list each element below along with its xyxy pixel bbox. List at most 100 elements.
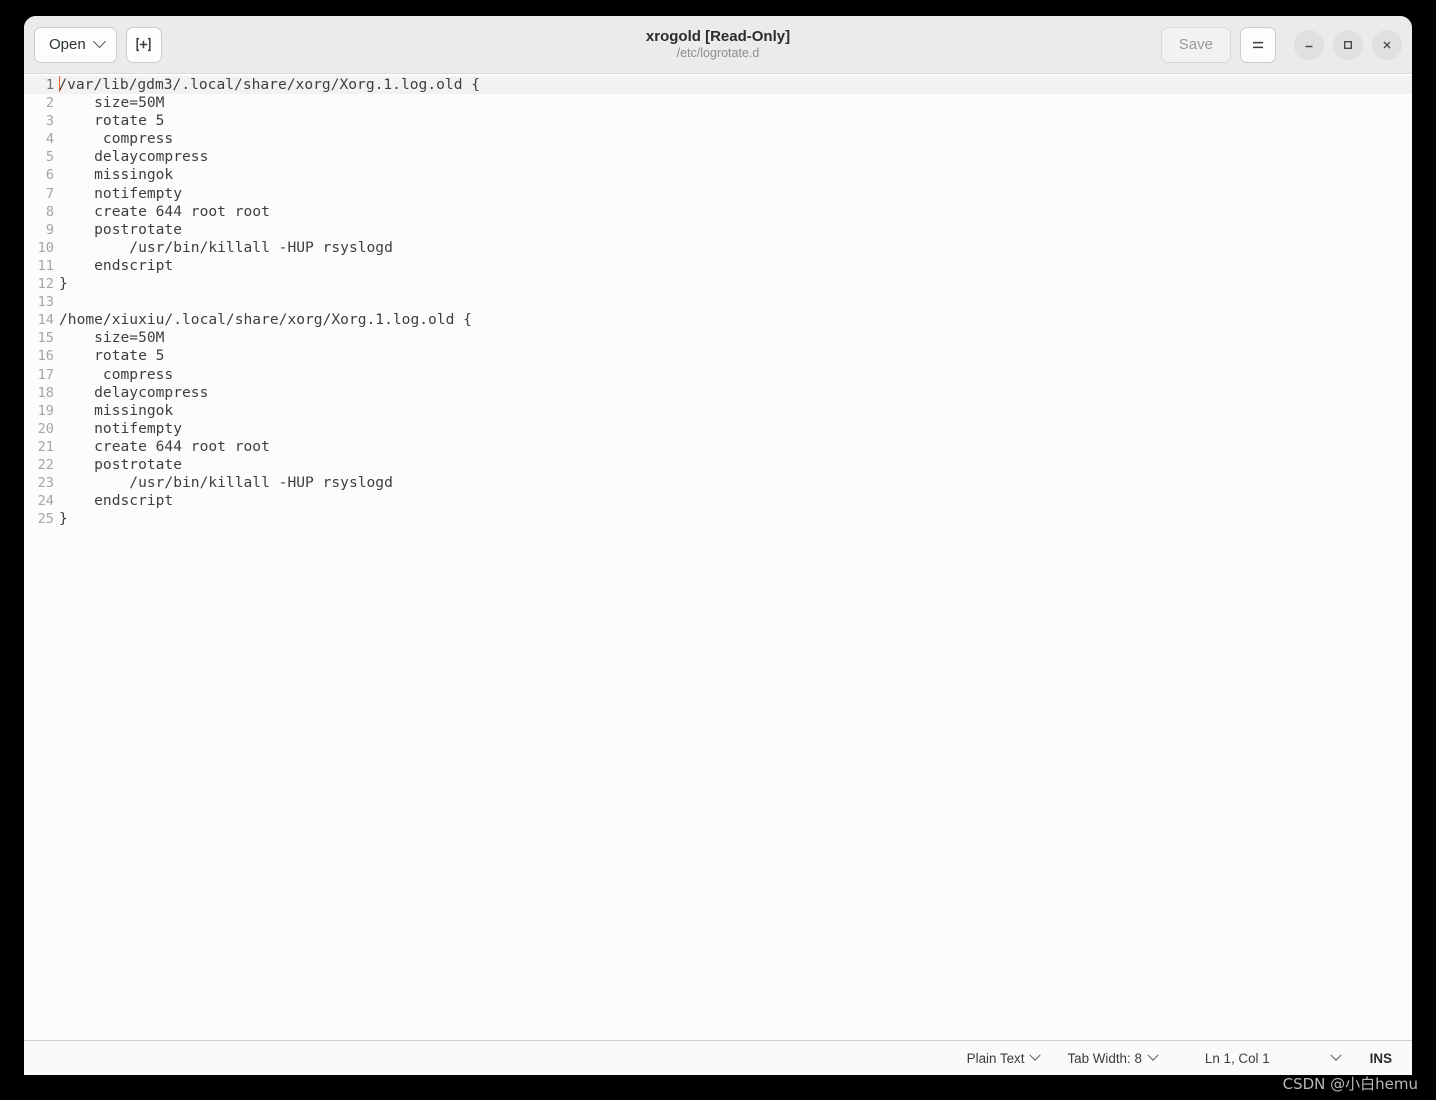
code-line-text: missingok xyxy=(59,166,174,184)
code-line-text: } xyxy=(59,275,68,293)
chevron-down-icon xyxy=(92,35,106,49)
code-line[interactable]: 17 compress xyxy=(24,366,1412,384)
status-bar: Plain Text Tab Width: 8 Ln 1, Col 1 INS xyxy=(24,1040,1412,1075)
tab-width-label: Tab Width: 8 xyxy=(1067,1050,1142,1066)
new-document-button[interactable] xyxy=(125,26,162,63)
line-number: 13 xyxy=(37,294,54,311)
code-line-text: rotate 5 xyxy=(59,347,165,365)
save-button-label: Save xyxy=(1178,36,1213,53)
maximize-button[interactable] xyxy=(1333,29,1363,60)
code-line[interactable]: 25} xyxy=(24,510,1412,528)
code-line-text: size=50M xyxy=(59,329,165,347)
code-line[interactable]: 16 rotate 5 xyxy=(24,347,1412,365)
code-line[interactable]: 2 size=50M xyxy=(24,94,1412,112)
code-line[interactable]: 4 compress xyxy=(24,130,1412,148)
line-number: 8 xyxy=(45,203,54,220)
maximize-icon xyxy=(1344,40,1352,49)
code-line-text: delaycompress xyxy=(59,148,209,166)
line-number: 1 xyxy=(45,77,54,93)
code-line-text: /home/xiuxiu/.local/share/xorg/Xorg.1.lo… xyxy=(59,311,472,329)
code-line-text: /usr/bin/killall -HUP rsyslogd xyxy=(59,238,393,256)
window-title: xrogold [Read-Only] xyxy=(645,28,791,45)
code-line[interactable]: 24 endscript xyxy=(24,492,1412,510)
code-line-text: endscript xyxy=(59,256,174,274)
code-line[interactable]: 15 size=50M xyxy=(24,329,1412,347)
line-number: 21 xyxy=(37,438,54,455)
code-line[interactable]: 7 notifempty xyxy=(24,185,1412,203)
line-number: 16 xyxy=(37,348,54,365)
code-line-text: } xyxy=(59,510,68,528)
line-number: 19 xyxy=(37,402,54,419)
line-number: 23 xyxy=(37,475,54,492)
tab-width-selector[interactable]: Tab Width: 8 xyxy=(1053,1041,1170,1075)
chevron-down-icon xyxy=(1147,1049,1159,1061)
code-line[interactable]: 6 missingok xyxy=(24,166,1412,184)
code-line-text: notifempty xyxy=(59,184,183,202)
line-number: 24 xyxy=(37,493,54,510)
line-number: 20 xyxy=(37,420,54,437)
close-icon xyxy=(1383,41,1391,48)
code-line-text: /usr/bin/killall -HUP rsyslogd xyxy=(59,474,393,492)
code-line-text: endscript xyxy=(59,492,174,510)
code-line[interactable]: 12} xyxy=(24,275,1412,293)
code-line-text: rotate 5 xyxy=(59,112,165,130)
desktop-background: Open xrogold [Read-Only] /etc/logrotate.… xyxy=(0,0,1436,1100)
line-number: 3 xyxy=(45,113,54,130)
code-line-text: notifempty xyxy=(59,419,183,437)
line-number: 12 xyxy=(37,276,54,293)
code-line-text: compress xyxy=(59,365,174,383)
cursor-position-selector[interactable]: Ln 1, Col 1 xyxy=(1171,1041,1342,1075)
line-number: 4 xyxy=(45,131,54,148)
chevron-down-icon xyxy=(1029,1049,1042,1061)
code-line[interactable]: 13 xyxy=(24,293,1412,311)
code-line[interactable]: 11 endscript xyxy=(24,257,1412,275)
window-subtitle-path: /etc/logrotate.d xyxy=(676,46,760,60)
code-lines-container[interactable]: 1/var/lib/gdm3/.local/share/xorg/Xorg.1.… xyxy=(24,74,1412,1040)
line-number: 2 xyxy=(45,95,54,112)
close-button[interactable] xyxy=(1372,29,1402,60)
open-button[interactable]: Open xyxy=(34,26,117,63)
line-number: 9 xyxy=(45,221,54,238)
code-line[interactable]: 9 postrotate xyxy=(24,221,1412,239)
main-menu-button[interactable] xyxy=(1240,26,1276,63)
code-line[interactable]: 8 create 644 root root xyxy=(24,203,1412,221)
code-line-text: create 644 root root xyxy=(59,437,270,455)
editor-area[interactable]: 1/var/lib/gdm3/.local/share/xorg/Xorg.1.… xyxy=(24,74,1412,1040)
code-line-text: delaycompress xyxy=(59,383,209,401)
cursor-position-label: Ln 1, Col 1 xyxy=(1204,1050,1270,1066)
header-right-controls: Save xyxy=(1160,26,1402,63)
code-line-text: /var/lib/gdm3/.local/share/xorg/Xorg.1.l… xyxy=(58,76,481,93)
watermark: CSDN @小白hemu xyxy=(1282,1075,1418,1093)
code-line[interactable]: 18 delaycompress xyxy=(24,384,1412,402)
code-line-text: size=50M xyxy=(59,94,165,112)
code-line[interactable]: 22 postrotate xyxy=(24,456,1412,474)
code-line[interactable]: 1/var/lib/gdm3/.local/share/xorg/Xorg.1.… xyxy=(24,76,1412,95)
code-line[interactable]: 19 missingok xyxy=(24,402,1412,420)
line-number: 14 xyxy=(37,312,54,329)
insert-mode-indicator[interactable]: INS xyxy=(1340,1051,1396,1066)
save-button[interactable]: Save xyxy=(1160,26,1231,63)
code-line[interactable]: 14/home/xiuxiu/.local/share/xorg/Xorg.1.… xyxy=(24,311,1412,329)
language-label: Plain Text xyxy=(966,1050,1025,1066)
code-line[interactable]: 23 /usr/bin/killall -HUP rsyslogd xyxy=(24,474,1412,492)
minimize-icon xyxy=(1305,45,1313,47)
code-line[interactable]: 10 /usr/bin/killall -HUP rsyslogd xyxy=(24,239,1412,257)
line-number: 15 xyxy=(37,330,54,347)
code-line[interactable]: 3 rotate 5 xyxy=(24,112,1412,130)
code-line-text: missingok xyxy=(59,401,174,419)
code-line-text: postrotate xyxy=(59,455,183,473)
language-selector[interactable]: Plain Text xyxy=(953,1041,1054,1075)
line-number: 10 xyxy=(37,239,54,256)
minimize-button[interactable] xyxy=(1294,29,1324,60)
code-line-text: postrotate xyxy=(59,220,183,238)
code-line[interactable]: 21 create 644 root root xyxy=(24,438,1412,456)
line-number: 17 xyxy=(37,366,54,383)
code-line[interactable]: 5 delaycompress xyxy=(24,148,1412,166)
line-number: 22 xyxy=(37,456,54,473)
line-number: 7 xyxy=(45,185,54,202)
hamburger-menu-icon xyxy=(1253,41,1263,48)
code-line[interactable]: 20 notifempty xyxy=(24,420,1412,438)
header-bar: Open xrogold [Read-Only] /etc/logrotate.… xyxy=(24,16,1412,74)
line-number: 5 xyxy=(45,149,54,166)
open-button-label: Open xyxy=(49,36,86,53)
